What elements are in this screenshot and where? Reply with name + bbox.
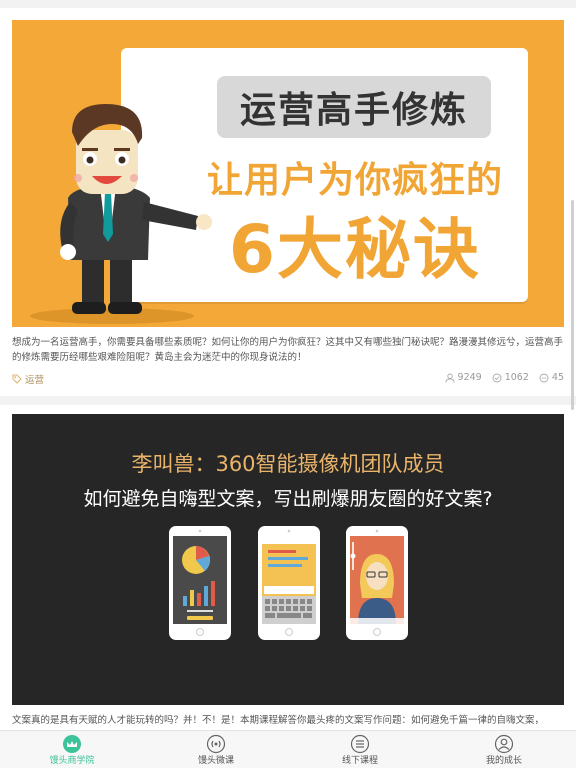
phone-keyboard-illustration [258, 526, 320, 640]
comments-count: 45 [551, 372, 564, 383]
banner-headline: 如何避免自嗨型文案，写出刷爆朋友圈的好文案? [83, 488, 493, 510]
views-stat: 9249 [445, 372, 482, 383]
home-logo-icon [62, 734, 82, 754]
likes-count: 1062 [504, 372, 529, 383]
microlesson-icon [206, 734, 226, 754]
comment-icon [539, 373, 549, 382]
course-card[interactable]: 李叫兽：360智能摄像机团队成员 如何避免自嗨型文案，写出刷爆朋友圈的好文案? [0, 405, 576, 730]
tab-my-growth-label: 我的成长 [485, 756, 522, 766]
banner-headline: 6大秘诀 [229, 211, 481, 288]
businessman-illustration [30, 104, 212, 324]
phone-chart-illustration [169, 526, 231, 640]
comments-stat: 45 [539, 372, 564, 383]
course-description: 想成为一名运营高手，你需要具备哪些素质呢？如何让你的用户为你疯狂？这其中又有哪些… [12, 337, 564, 363]
course-stats: 9249 1062 45 [445, 372, 564, 383]
course-description: 文案真的是具有天赋的人才能玩转的吗？并！不！是！本期课程解答你最头疼的文案写作问… [12, 715, 545, 726]
banner-title: 运营高手修炼 [239, 90, 468, 131]
tab-home[interactable]: 馒头商学院 [0, 731, 144, 768]
phone-portrait-illustration [346, 526, 408, 640]
tab-offline-courses-label: 线下课程 [341, 756, 378, 766]
user-icon [445, 373, 454, 383]
tag-icon [12, 374, 22, 384]
course-tag[interactable]: 运营 [12, 372, 44, 386]
profile-icon [494, 734, 514, 754]
course-meta: 运营 9249 1062 45 [12, 372, 564, 388]
tab-microlesson[interactable]: 馒头微课 [144, 731, 288, 768]
course-banner-image[interactable]: 运营高手修炼 让用户为你疯狂的 6大秘诀 [12, 20, 564, 327]
likes-stat: 1062 [492, 372, 529, 383]
views-count: 9249 [457, 372, 482, 383]
tab-offline-courses[interactable]: 线下课程 [288, 731, 432, 768]
banner-title-box: 运营高手修炼 [217, 76, 491, 138]
banner-speaker: 李叫兽：360智能摄像机团队成员 [131, 452, 445, 476]
bottom-tab-bar: 馒头商学院 馒头微课 线下课程 我的成长 [0, 730, 576, 768]
course-card[interactable]: 运营高手修炼 让用户为你疯狂的 6大秘诀 想成为一名运营高手，你需要具备哪些素质… [0, 8, 576, 396]
like-icon [492, 373, 502, 382]
tab-home-label: 馒头商学院 [49, 756, 95, 766]
scrollbar[interactable] [571, 200, 574, 410]
feed-scroll-area[interactable]: 运营高手修炼 让用户为你疯狂的 6大秘诀 想成为一名运营高手，你需要具备哪些素质… [0, 0, 576, 730]
tab-my-growth[interactable]: 我的成长 [432, 731, 576, 768]
tab-microlesson-label: 馒头微课 [197, 756, 234, 766]
course-tag-label: 运营 [25, 375, 45, 386]
course-banner-image[interactable]: 李叫兽：360智能摄像机团队成员 如何避免自嗨型文案，写出刷爆朋友圈的好文案? [12, 414, 564, 705]
list-icon [350, 734, 370, 754]
